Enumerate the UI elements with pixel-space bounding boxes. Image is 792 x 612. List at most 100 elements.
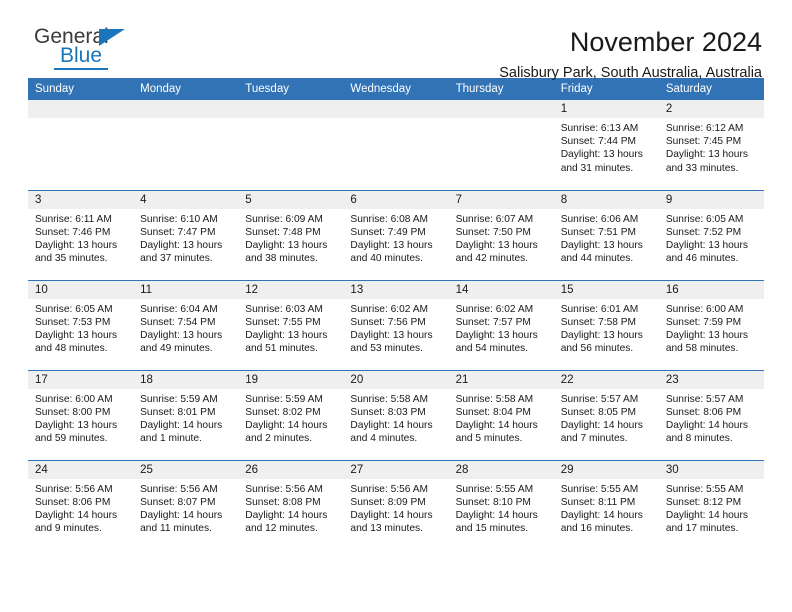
day-details: Sunrise: 6:05 AM Sunset: 7:53 PM Daylight:… (28, 299, 133, 356)
sunset-text: Sunset: 7:57 PM (455, 316, 531, 328)
sunset-text: Sunset: 8:03 PM (350, 406, 426, 418)
calendar-day-cell[interactable]: 7 Sunrise: 6:07 AM Sunset: 7:50 PM Daylight… (448, 189, 554, 280)
calendar-day-cell[interactable]: 27 Sunrise: 5:56 AM Sunset: 8:09 PM Dayligh… (343, 459, 449, 550)
day-number: 30 (658, 460, 764, 479)
calendar-day-cell[interactable]: 28 Sunrise: 5:55 AM Sunset: 8:10 PM Dayligh… (448, 459, 554, 550)
calendar-week-row: 3 Sunrise: 6:11 AM Sunset: 7:46 PM Daylight… (28, 189, 764, 280)
day-details: Sunrise: 6:07 AM Sunset: 7:50 PM Daylight:… (449, 209, 554, 266)
sunrise-text: Sunrise: 5:57 AM (560, 393, 639, 405)
sunset-text: Sunset: 7:52 PM (665, 226, 742, 238)
daylight-text: Daylight: 13 hours and 37 minutes. (140, 239, 223, 265)
calendar-day-cell[interactable]: 20 Sunrise: 5:58 AM Sunset: 8:03 PM Dayligh… (343, 369, 449, 460)
day-number: 12 (238, 280, 344, 299)
calendar-week-row: 17 Sunrise: 6:00 AM Sunset: 8:00 PM Dayligh… (28, 369, 764, 460)
day-number: 1 (553, 100, 659, 118)
sunset-text: Sunset: 8:12 PM (665, 496, 742, 508)
day-number: 27 (343, 460, 449, 479)
day-number: 5 (238, 190, 344, 209)
calendar-day-cell[interactable]: 4 Sunrise: 6:10 AM Sunset: 7:47 PM Daylight… (133, 189, 239, 280)
calendar-day-cell[interactable]: 17 Sunrise: 6:00 AM Sunset: 8:00 PM Dayligh… (28, 369, 134, 460)
day-number: 23 (658, 370, 764, 389)
day-number: 9 (658, 190, 764, 209)
daylight-text: Daylight: 14 hours and 1 minute. (140, 419, 223, 445)
sunset-text: Sunset: 8:02 PM (245, 406, 321, 418)
calendar-day-cell[interactable]: 19 Sunrise: 5:59 AM Sunset: 8:02 PM Dayligh… (238, 369, 344, 460)
day-number: 2 (658, 100, 764, 118)
day-details: Sunrise: 5:55 AM Sunset: 8:10 PM Daylight:… (449, 479, 554, 536)
calendar-day-cell[interactable]: 29 Sunrise: 5:55 AM Sunset: 8:11 PM Dayligh… (553, 459, 659, 550)
daylight-text: Daylight: 13 hours and 35 minutes. (35, 239, 118, 265)
day-details: Sunrise: 6:04 AM Sunset: 7:54 PM Daylight:… (133, 299, 238, 356)
day-number: 13 (343, 280, 449, 299)
sunrise-text: Sunrise: 5:56 AM (35, 483, 113, 495)
daylight-text: Daylight: 13 hours and 46 minutes. (665, 239, 748, 265)
calendar-day-cell-empty (238, 100, 344, 190)
day-number: 28 (448, 460, 554, 479)
calendar-day-cell[interactable]: 16 Sunrise: 6:00 AM Sunset: 7:59 PM Dayligh… (658, 279, 764, 370)
sunrise-text: Sunrise: 6:00 AM (665, 303, 744, 315)
calendar-day-cell-empty (28, 100, 134, 190)
sunrise-text: Sunrise: 5:56 AM (350, 483, 429, 495)
day-number: 11 (133, 280, 239, 299)
calendar-day-cell[interactable]: 2 Sunrise: 6:12 AM Sunset: 7:45 PM Daylight… (658, 100, 764, 190)
calendar-day-cell-empty (343, 100, 449, 190)
day-number: 24 (28, 460, 134, 479)
calendar-day-cell[interactable]: 3 Sunrise: 6:11 AM Sunset: 7:46 PM Daylight… (28, 189, 134, 280)
sunset-text: Sunset: 8:06 PM (35, 496, 111, 508)
logo-text-blue: Blue (60, 44, 103, 67)
daylight-text: Daylight: 14 hours and 9 minutes. (35, 509, 118, 535)
sunrise-text: Sunrise: 6:07 AM (455, 213, 534, 225)
calendar-day-cell[interactable]: 12 Sunrise: 6:03 AM Sunset: 7:55 PM Dayligh… (238, 279, 344, 370)
daylight-text: Daylight: 13 hours and 40 minutes. (350, 239, 433, 265)
day-number: 8 (553, 190, 659, 209)
calendar-day-cell[interactable]: 10 Sunrise: 6:05 AM Sunset: 7:53 PM Dayligh… (28, 279, 134, 370)
sunset-text: Sunset: 8:00 PM (35, 406, 111, 418)
day-number: 20 (343, 370, 449, 389)
calendar-day-cell[interactable]: 21 Sunrise: 5:58 AM Sunset: 8:04 PM Dayligh… (448, 369, 554, 460)
calendar-day-cell[interactable]: 23 Sunrise: 5:57 AM Sunset: 8:06 PM Dayligh… (658, 369, 764, 460)
calendar-day-cell[interactable]: 26 Sunrise: 5:56 AM Sunset: 8:08 PM Dayligh… (238, 459, 344, 550)
day-number (448, 100, 554, 118)
sunset-text: Sunset: 8:06 PM (665, 406, 742, 418)
sunrise-text: Sunrise: 6:11 AM (35, 213, 112, 225)
day-details: Sunrise: 5:55 AM Sunset: 8:12 PM Daylight:… (659, 479, 764, 536)
sunset-text: Sunset: 7:48 PM (245, 226, 321, 238)
sunset-text: Sunset: 7:58 PM (560, 316, 637, 328)
calendar-day-cell[interactable]: 8 Sunrise: 6:06 AM Sunset: 7:51 PM Daylight… (553, 189, 659, 280)
logo-underline-rule (54, 68, 108, 70)
calendar-day-cell[interactable]: 14 Sunrise: 6:02 AM Sunset: 7:57 PM Dayligh… (448, 279, 554, 370)
calendar-day-cell[interactable]: 25 Sunrise: 5:56 AM Sunset: 8:07 PM Dayligh… (133, 459, 239, 550)
calendar-day-cell[interactable]: 5 Sunrise: 6:09 AM Sunset: 7:48 PM Daylight… (238, 189, 344, 280)
sunrise-text: Sunrise: 6:08 AM (350, 213, 429, 225)
day-details: Sunrise: 6:02 AM Sunset: 7:57 PM Daylight:… (449, 299, 554, 356)
day-number: 22 (553, 370, 659, 389)
calendar-day-cell[interactable]: 9 Sunrise: 6:05 AM Sunset: 7:52 PM Daylight… (658, 189, 764, 280)
sunset-text: Sunset: 7:44 PM (560, 136, 637, 148)
sunrise-text: Sunrise: 6:09 AM (245, 213, 323, 225)
page-subtitle: Salisbury Park, South Australia, Austral… (499, 65, 762, 81)
calendar-day-cell[interactable]: 18 Sunrise: 5:59 AM Sunset: 8:01 PM Dayligh… (133, 369, 239, 460)
daylight-text: Daylight: 14 hours and 2 minutes. (245, 419, 328, 445)
daylight-text: Daylight: 13 hours and 49 minutes. (140, 329, 223, 355)
day-number: 18 (133, 370, 239, 389)
calendar-day-cell[interactable]: 1 Sunrise: 6:13 AM Sunset: 7:44 PM Daylight… (553, 100, 659, 190)
logo-triangle-icon (99, 29, 125, 46)
calendar-week-row: 1 Sunrise: 6:13 AM Sunset: 7:44 PM Daylight… (28, 100, 764, 190)
calendar-day-cell[interactable]: 22 Sunrise: 5:57 AM Sunset: 8:05 PM Dayligh… (553, 369, 659, 460)
day-details: Sunrise: 5:58 AM Sunset: 8:03 PM Daylight:… (343, 389, 448, 446)
daylight-text: Daylight: 13 hours and 59 minutes. (35, 419, 118, 445)
sunrise-text: Sunrise: 6:00 AM (35, 393, 113, 405)
calendar-day-cell[interactable]: 6 Sunrise: 6:08 AM Sunset: 7:49 PM Daylight… (343, 189, 449, 280)
sunset-text: Sunset: 8:10 PM (455, 496, 531, 508)
title-block: November 2024 Salisbury Park, South Aust… (499, 26, 764, 83)
calendar-day-cell[interactable]: 30 Sunrise: 5:55 AM Sunset: 8:12 PM Dayligh… (658, 459, 764, 550)
calendar-week-row: 10 Sunrise: 6:05 AM Sunset: 7:53 PM Dayligh… (28, 279, 764, 370)
calendar-day-cell[interactable]: 11 Sunrise: 6:04 AM Sunset: 7:54 PM Dayligh… (133, 279, 239, 370)
calendar-day-cell[interactable]: 15 Sunrise: 6:01 AM Sunset: 7:58 PM Dayligh… (553, 279, 659, 370)
calendar-day-cell[interactable]: 24 Sunrise: 5:56 AM Sunset: 8:06 PM Dayligh… (28, 459, 134, 550)
day-details: Sunrise: 5:56 AM Sunset: 8:08 PM Daylight:… (238, 479, 343, 536)
weekday-header-wednesday: Wednesday (343, 78, 449, 100)
day-number: 15 (553, 280, 659, 299)
calendar-day-cell[interactable]: 13 Sunrise: 6:02 AM Sunset: 7:56 PM Dayligh… (343, 279, 449, 370)
sunrise-text: Sunrise: 6:06 AM (560, 213, 639, 225)
